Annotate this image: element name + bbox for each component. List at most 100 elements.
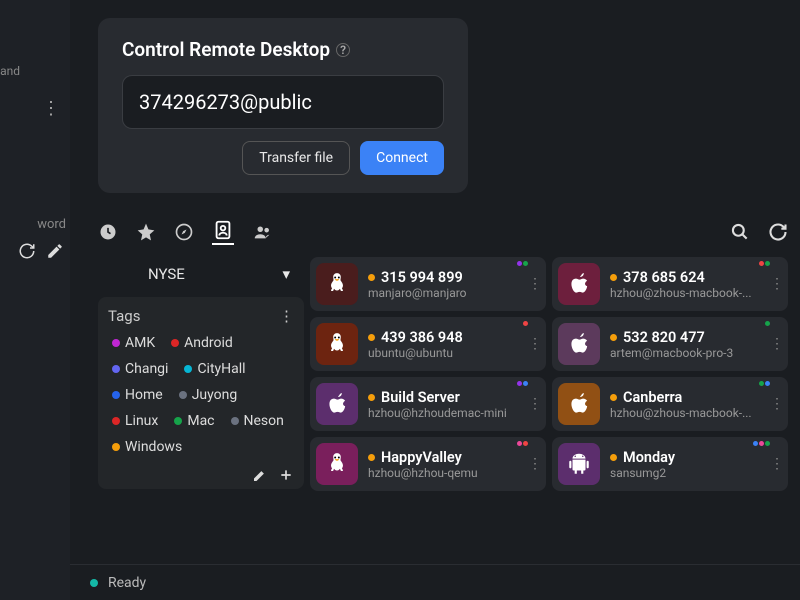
tags-panel: Tags ⋮ AMKAndroidChangiCityHallHomeJuyon… xyxy=(98,297,304,489)
sidebar-sub1: e xyxy=(0,36,64,53)
panel-title-text: Control Remote Desktop xyxy=(122,38,330,61)
card-menu-icon[interactable]: ⋮ xyxy=(770,456,784,472)
linux-icon xyxy=(316,443,358,485)
card-menu-icon[interactable]: ⋮ xyxy=(528,336,542,352)
tag-amk[interactable]: AMK xyxy=(108,333,159,353)
status-dot xyxy=(90,579,98,587)
status-dot xyxy=(610,394,617,401)
tag-dots xyxy=(759,261,770,266)
tag-cityhall[interactable]: CityHall xyxy=(180,359,249,379)
device-title: 439 386 948 xyxy=(381,329,463,346)
tag-add-icon[interactable] xyxy=(278,467,294,483)
device-card[interactable]: 315 994 899manjaro@manjaro⋮ xyxy=(310,257,546,311)
device-title: Build Server xyxy=(381,389,460,406)
device-card[interactable]: 532 820 477artem@macbook-pro-3⋮ xyxy=(552,317,788,371)
device-title: HappyValley xyxy=(381,449,462,466)
apple-icon xyxy=(558,323,600,365)
help-icon[interactable]: ? xyxy=(336,43,350,57)
sidebar-password-label: word xyxy=(6,217,66,232)
status-label: Ready xyxy=(108,575,146,591)
device-card[interactable]: Mondaysansumg2⋮ xyxy=(552,437,788,491)
tag-android[interactable]: Android xyxy=(167,333,237,353)
status-dot xyxy=(610,274,617,281)
tag-windows[interactable]: Windows xyxy=(108,437,186,457)
main: Control Remote Desktop ? Transfer file C… xyxy=(70,0,800,600)
remote-id-input[interactable] xyxy=(122,75,444,129)
tag-dots xyxy=(765,321,770,326)
device-sub: hzhou@hzhoudemac-mini xyxy=(368,406,538,420)
linux-icon xyxy=(316,323,358,365)
tag-mac[interactable]: Mac xyxy=(170,411,218,431)
tabs-row xyxy=(98,219,800,245)
refresh-list-icon[interactable] xyxy=(768,222,788,242)
tag-dots xyxy=(517,381,528,386)
status-dot xyxy=(368,454,375,461)
chevron-down-icon: ▾ xyxy=(282,265,290,283)
sidebar-menu-icon[interactable]: ⋮ xyxy=(6,90,64,127)
status-dot xyxy=(368,274,375,281)
tag-home[interactable]: Home xyxy=(108,385,167,405)
address-book-dropdown[interactable]: NYSE ▾ xyxy=(98,257,304,291)
device-title: Canberra xyxy=(623,389,682,406)
card-menu-icon[interactable]: ⋮ xyxy=(770,276,784,292)
device-card[interactable]: HappyValleyhzhou@hzhou-qemu⋮ xyxy=(310,437,546,491)
tag-dots xyxy=(753,441,770,446)
recent-icon[interactable] xyxy=(98,222,118,242)
address-book-icon[interactable] xyxy=(212,219,234,245)
sidebar-title: p xyxy=(0,8,64,32)
card-menu-icon[interactable]: ⋮ xyxy=(528,276,542,292)
tag-juyong[interactable]: Juyong xyxy=(175,385,242,405)
connect-button[interactable]: Connect xyxy=(360,141,444,175)
status-dot xyxy=(610,454,617,461)
device-card[interactable]: 439 386 948ubuntu@ubuntu⋮ xyxy=(310,317,546,371)
status-dot xyxy=(610,334,617,341)
refresh-icon[interactable] xyxy=(18,242,36,260)
discovered-icon[interactable] xyxy=(174,222,194,242)
tag-dots xyxy=(523,321,528,326)
status-dot xyxy=(368,394,375,401)
device-sub: sansumg2 xyxy=(610,466,780,480)
apple-icon xyxy=(316,383,358,425)
tag-neson[interactable]: Neson xyxy=(227,411,288,431)
status-dot xyxy=(368,334,375,341)
tag-dots xyxy=(517,441,528,446)
panel-title: Control Remote Desktop ? xyxy=(122,38,444,61)
android-icon xyxy=(558,443,600,485)
device-sub: ubuntu@ubuntu xyxy=(368,346,538,360)
device-sub: hzhou@zhous-macbook-... xyxy=(610,406,780,420)
tags-menu-icon[interactable]: ⋮ xyxy=(279,307,294,325)
group-icon[interactable] xyxy=(252,221,274,243)
favorites-icon[interactable] xyxy=(136,222,156,242)
transfer-file-button[interactable]: Transfer file xyxy=(242,141,350,175)
search-icon[interactable] xyxy=(730,222,750,242)
tag-dots xyxy=(517,261,528,266)
sidebar-sub2: ID and xyxy=(0,63,64,80)
apple-icon xyxy=(558,263,600,305)
device-sub: manjaro@manjaro xyxy=(368,286,538,300)
device-card[interactable]: Canberrahzhou@zhous-macbook-...⋮ xyxy=(552,377,788,431)
apple-icon xyxy=(558,383,600,425)
card-menu-icon[interactable]: ⋮ xyxy=(528,456,542,472)
device-card[interactable]: 378 685 624hzhou@zhous-macbook-...⋮ xyxy=(552,257,788,311)
card-menu-icon[interactable]: ⋮ xyxy=(528,396,542,412)
edit-icon[interactable] xyxy=(46,242,64,260)
device-title: 378 685 624 xyxy=(623,269,705,286)
card-menu-icon[interactable]: ⋮ xyxy=(770,336,784,352)
device-sub: artem@macbook-pro-3 xyxy=(610,346,780,360)
linux-icon xyxy=(316,263,358,305)
tag-edit-icon[interactable] xyxy=(252,467,268,483)
device-title: 532 820 477 xyxy=(623,329,705,346)
tag-linux[interactable]: Linux xyxy=(108,411,162,431)
connect-panel: Control Remote Desktop ? Transfer file C… xyxy=(98,18,468,193)
device-sub: hzhou@zhous-macbook-... xyxy=(610,286,780,300)
card-menu-icon[interactable]: ⋮ xyxy=(770,396,784,412)
statusbar: Ready xyxy=(70,564,800,600)
device-title: Monday xyxy=(623,449,675,466)
dropdown-label: NYSE xyxy=(148,265,185,283)
tag-changi[interactable]: Changi xyxy=(108,359,172,379)
tag-dots xyxy=(759,381,770,386)
device-sub: hzhou@hzhou-qemu xyxy=(368,466,538,480)
sidebar: p e ID and ⋮ word xyxy=(0,0,70,600)
device-card[interactable]: Build Serverhzhou@hzhoudemac-mini⋮ xyxy=(310,377,546,431)
device-title: 315 994 899 xyxy=(381,269,463,286)
